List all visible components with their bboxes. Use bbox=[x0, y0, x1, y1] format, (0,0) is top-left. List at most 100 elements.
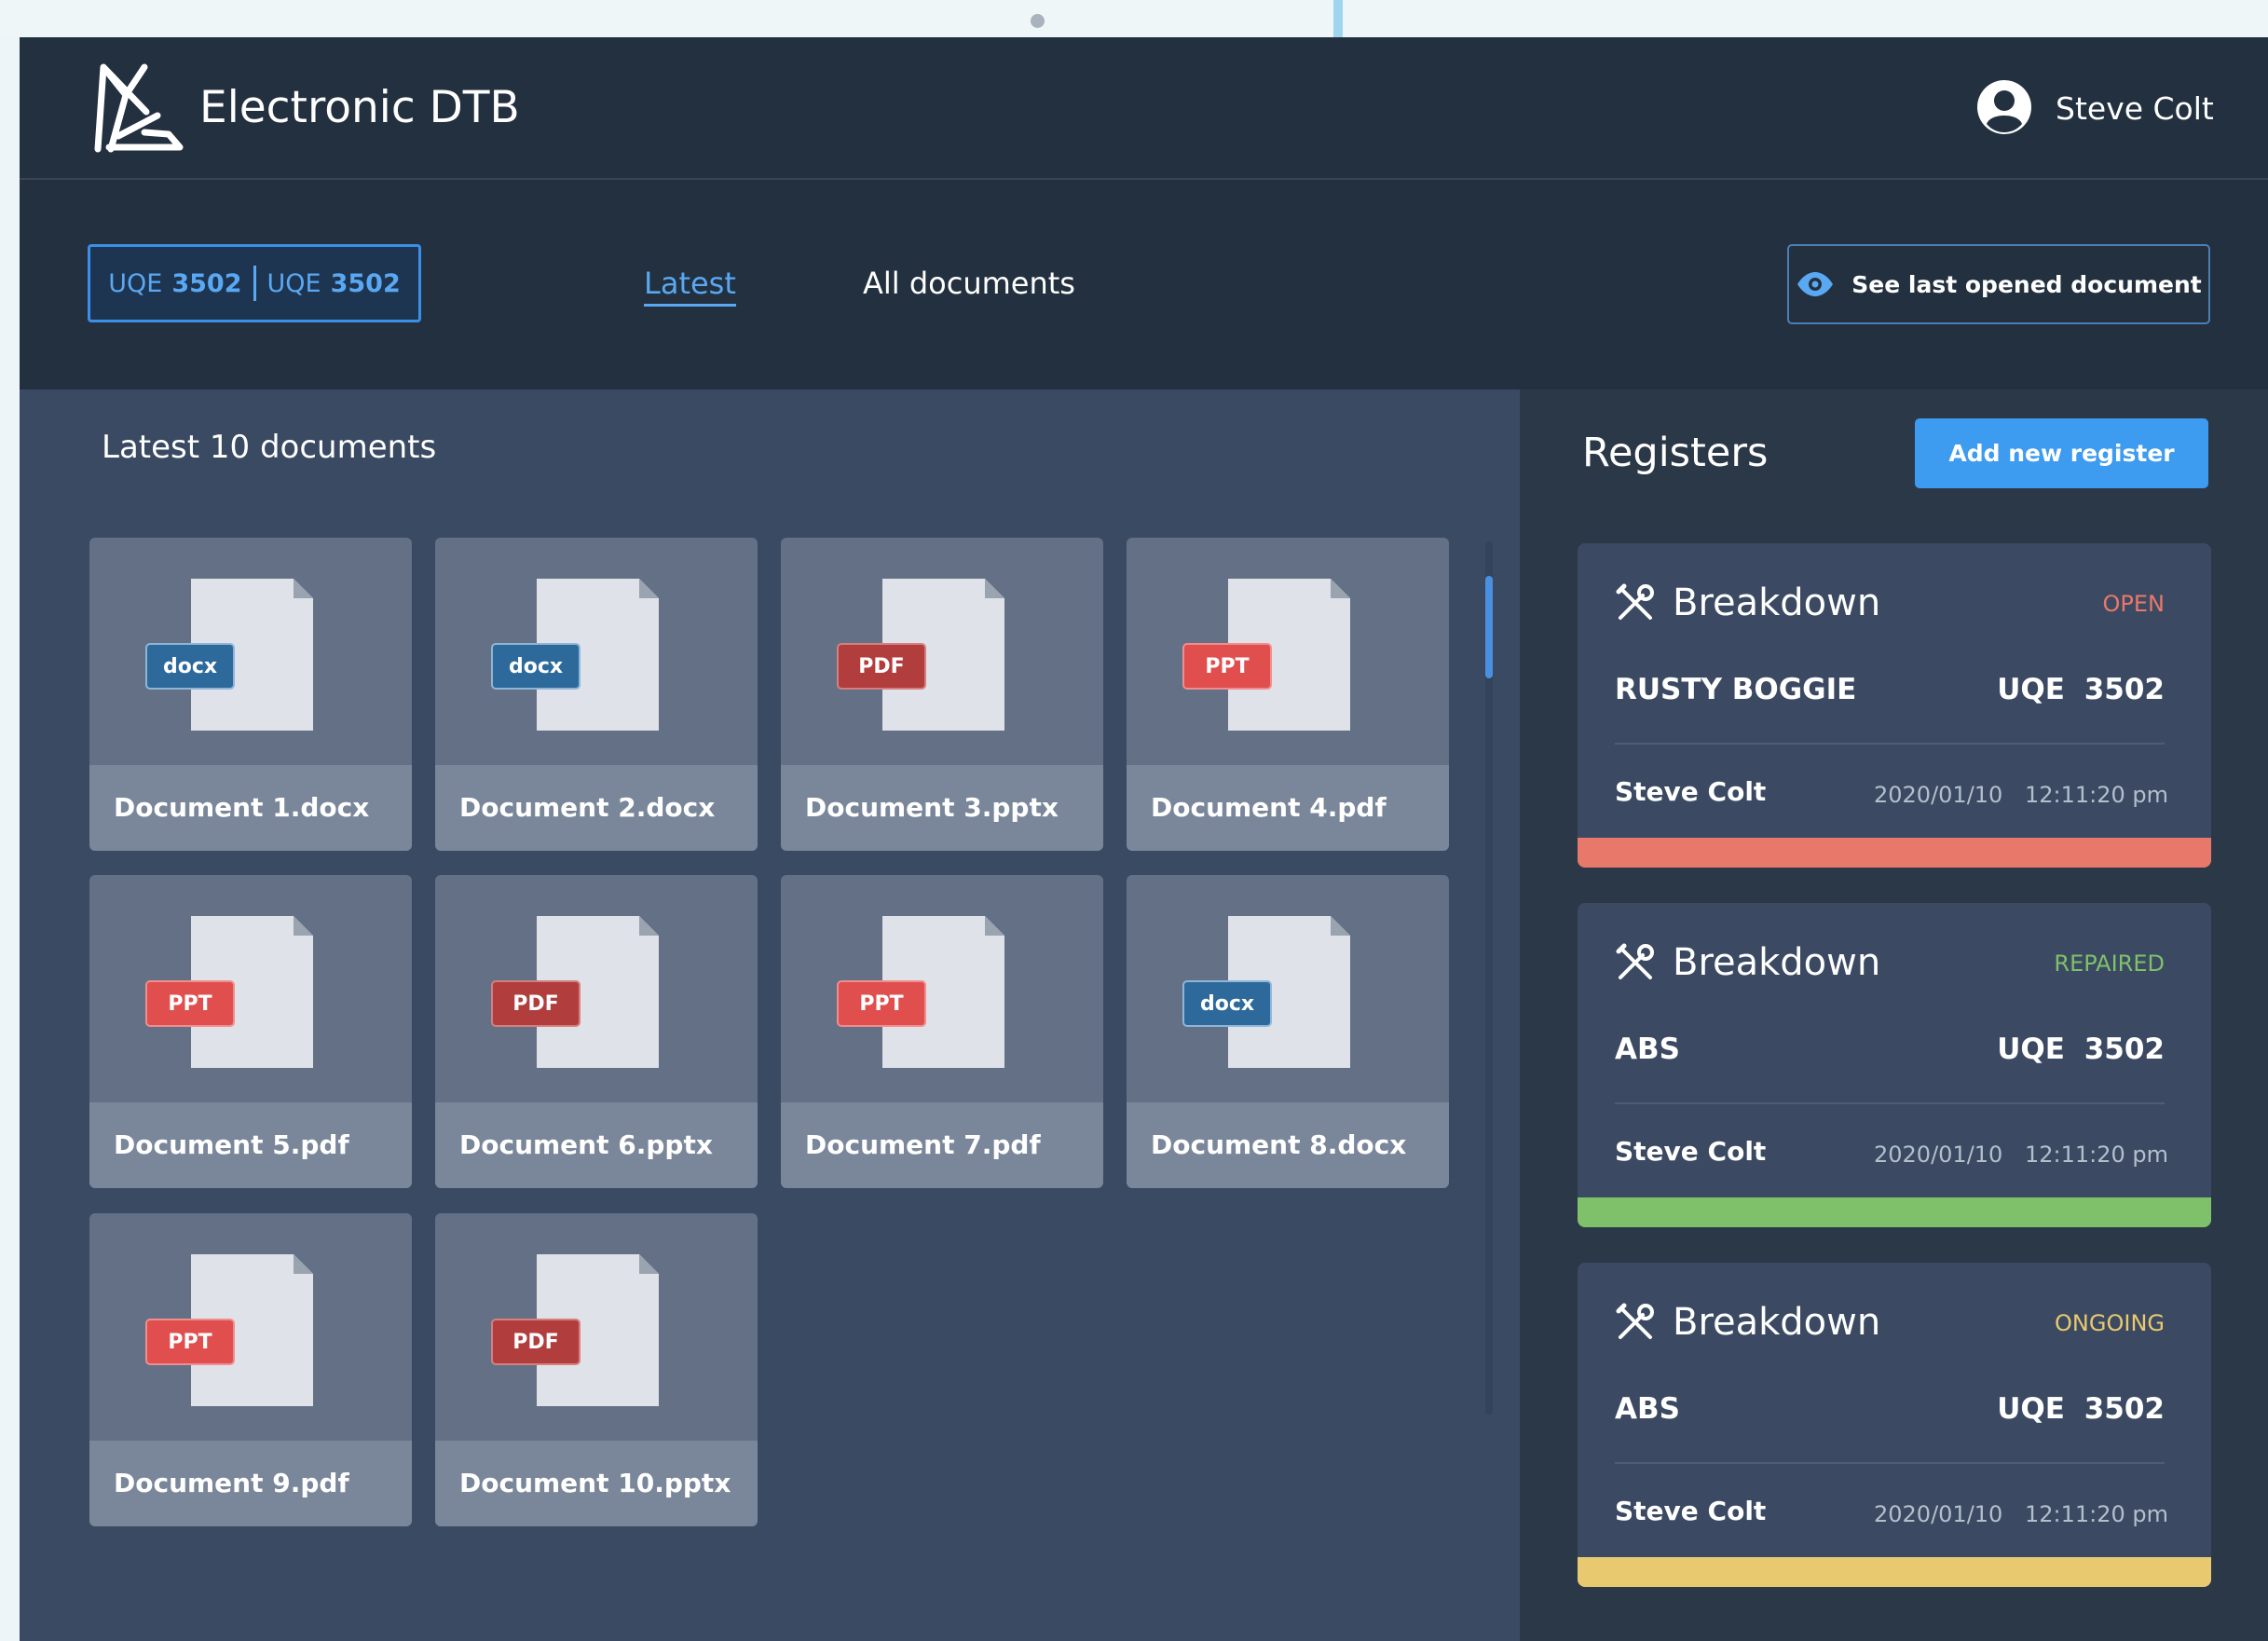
document-thumbnail: PPT bbox=[1127, 538, 1449, 765]
file-type-badge: PPT bbox=[145, 980, 235, 1027]
file-type-badge: PDF bbox=[491, 1319, 581, 1365]
register-divider bbox=[1615, 1102, 2165, 1104]
documents-section-title: Latest 10 documents bbox=[102, 429, 437, 466]
window-dot bbox=[1031, 14, 1045, 28]
register-vehicle: UQE 3502 bbox=[1997, 673, 2165, 706]
user-name[interactable]: Steve Colt bbox=[2056, 89, 2214, 130]
register-part: ABS bbox=[1615, 1032, 1680, 1066]
register-card[interactable]: Breakdown REPAIRED ABS UQE 3502 Steve Colt 20… bbox=[1578, 903, 2211, 1227]
register-status-bar bbox=[1578, 1557, 2211, 1587]
register-type: Breakdown bbox=[1673, 1301, 1881, 1344]
document-card[interactable]: docx Document 1.docx bbox=[89, 538, 412, 851]
documents-scrollbar-thumb[interactable] bbox=[1485, 576, 1493, 678]
vehicle-prefix-1: UQE bbox=[108, 268, 163, 298]
register-date: 2020/01/10 bbox=[1874, 1501, 2003, 1527]
document-card[interactable]: PPT Document 5.pdf bbox=[89, 875, 412, 1188]
register-vehicle: UQE 3502 bbox=[1997, 1392, 2165, 1426]
document-footer: Document 3.pptx bbox=[781, 765, 1103, 851]
app-window: Electronic DTB Steve Colt UQE 3502 UQE 3… bbox=[20, 37, 2268, 1641]
document-thumbnail: docx bbox=[435, 538, 758, 765]
pill-separator bbox=[253, 266, 256, 301]
document-footer: Document 4.pdf bbox=[1127, 765, 1449, 851]
document-footer: Document 5.pdf bbox=[89, 1102, 412, 1188]
document-card[interactable]: docx Document 8.docx bbox=[1127, 875, 1449, 1188]
document-thumbnail: PPT bbox=[89, 1213, 412, 1441]
document-thumbnail: docx bbox=[89, 538, 412, 765]
register-status-bar bbox=[1578, 1197, 2211, 1227]
file-type-badge: docx bbox=[1182, 980, 1272, 1027]
document-card[interactable]: PPT Document 9.pdf bbox=[89, 1213, 412, 1526]
document-thumbnail: PDF bbox=[435, 1213, 758, 1441]
add-new-register-button[interactable]: Add new register bbox=[1915, 418, 2208, 488]
document-card[interactable]: PPT Document 4.pdf bbox=[1127, 538, 1449, 851]
document-name: Document 5.pdf bbox=[114, 1129, 349, 1160]
register-divider bbox=[1615, 743, 2165, 745]
register-status: OPEN bbox=[2102, 591, 2165, 617]
file-type-badge: PDF bbox=[491, 980, 581, 1027]
register-user: Steve Colt bbox=[1615, 776, 1767, 807]
document-card[interactable]: docx Document 2.docx bbox=[435, 538, 758, 851]
document-thumbnail: PDF bbox=[781, 538, 1103, 765]
register-date: 2020/01/10 bbox=[1874, 782, 2003, 808]
document-card[interactable]: PDF Document 3.pptx bbox=[781, 538, 1103, 851]
document-name: Document 6.pptx bbox=[459, 1129, 713, 1160]
document-name: Document 1.docx bbox=[114, 792, 370, 823]
register-date: 2020/01/10 bbox=[1874, 1142, 2003, 1168]
document-footer: Document 9.pdf bbox=[89, 1441, 412, 1526]
document-footer: Document 1.docx bbox=[89, 765, 412, 851]
document-thumbnail: docx bbox=[1127, 875, 1449, 1102]
vehicle-selector[interactable]: UQE 3502 UQE 3502 bbox=[88, 244, 421, 322]
register-status: REPAIRED bbox=[2054, 950, 2165, 977]
toolbar: UQE 3502 UQE 3502 Latest All documents S… bbox=[20, 180, 2268, 390]
document-card[interactable]: PPT Document 7.pdf bbox=[781, 875, 1103, 1188]
file-type-badge: PPT bbox=[837, 980, 926, 1027]
register-card[interactable]: Breakdown ONGOING ABS UQE 3502 Steve Colt 202… bbox=[1578, 1263, 2211, 1587]
register-divider bbox=[1615, 1462, 2165, 1464]
tab-all-documents[interactable]: All documents bbox=[863, 263, 1075, 304]
register-time: 12:11:20 pm bbox=[2024, 1142, 2168, 1168]
register-type: Breakdown bbox=[1673, 941, 1881, 984]
register-status: ONGOING bbox=[2055, 1310, 2165, 1336]
user-avatar-icon[interactable] bbox=[1975, 78, 2033, 136]
vehicle-number-1: 3502 bbox=[171, 268, 242, 298]
document-name: Document 4.pdf bbox=[1151, 792, 1387, 823]
register-part: ABS bbox=[1615, 1392, 1680, 1426]
document-thumbnail: PPT bbox=[89, 875, 412, 1102]
file-type-badge: docx bbox=[491, 643, 581, 690]
document-name: Document 10.pptx bbox=[459, 1468, 731, 1498]
register-vehicle: UQE 3502 bbox=[1997, 1032, 2165, 1066]
register-card[interactable]: Breakdown OPEN RUSTY BOGGIE UQE 3502 Steve C… bbox=[1578, 543, 2211, 868]
register-time: 12:11:20 pm bbox=[2024, 782, 2168, 808]
vehicle-number-2: 3502 bbox=[330, 268, 401, 298]
tools-icon bbox=[1616, 943, 1654, 979]
app-title: Electronic DTB bbox=[199, 82, 520, 133]
document-name: Document 8.docx bbox=[1151, 1129, 1407, 1160]
tab-latest[interactable]: Latest bbox=[644, 263, 736, 307]
register-time: 12:11:20 pm bbox=[2024, 1501, 2168, 1527]
registers-panel: Registers Add new register Breakdown OPEN… bbox=[1520, 390, 2268, 1641]
document-card[interactable]: PDF Document 6.pptx bbox=[435, 875, 758, 1188]
logo-icon bbox=[94, 63, 184, 153]
file-type-badge: docx bbox=[145, 643, 235, 690]
see-last-opened-document-button[interactable]: See last opened document bbox=[1787, 244, 2210, 324]
document-footer: Document 10.pptx bbox=[435, 1441, 758, 1526]
register-user: Steve Colt bbox=[1615, 1496, 1767, 1526]
register-user: Steve Colt bbox=[1615, 1136, 1767, 1167]
vehicle-prefix-2: UQE bbox=[266, 268, 321, 298]
register-type: Breakdown bbox=[1673, 581, 1881, 624]
document-footer: Document 7.pdf bbox=[781, 1102, 1103, 1188]
see-last-opened-label: See last opened document bbox=[1851, 270, 2202, 298]
document-name: Document 9.pdf bbox=[114, 1468, 349, 1498]
document-footer: Document 2.docx bbox=[435, 765, 758, 851]
document-name: Document 2.docx bbox=[459, 792, 716, 823]
document-card[interactable]: PDF Document 10.pptx bbox=[435, 1213, 758, 1526]
document-thumbnail: PDF bbox=[435, 875, 758, 1102]
document-name: Document 7.pdf bbox=[805, 1129, 1041, 1160]
register-part: RUSTY BOGGIE bbox=[1615, 673, 1857, 706]
app-header: Electronic DTB Steve Colt bbox=[20, 37, 2268, 180]
documents-panel: Latest 10 documents docx Document 1.docx d… bbox=[20, 390, 1520, 1641]
document-footer: Document 6.pptx bbox=[435, 1102, 758, 1188]
register-status-bar bbox=[1578, 838, 2211, 868]
tools-icon bbox=[1616, 1303, 1654, 1339]
window-edge-marker bbox=[1333, 0, 1343, 37]
